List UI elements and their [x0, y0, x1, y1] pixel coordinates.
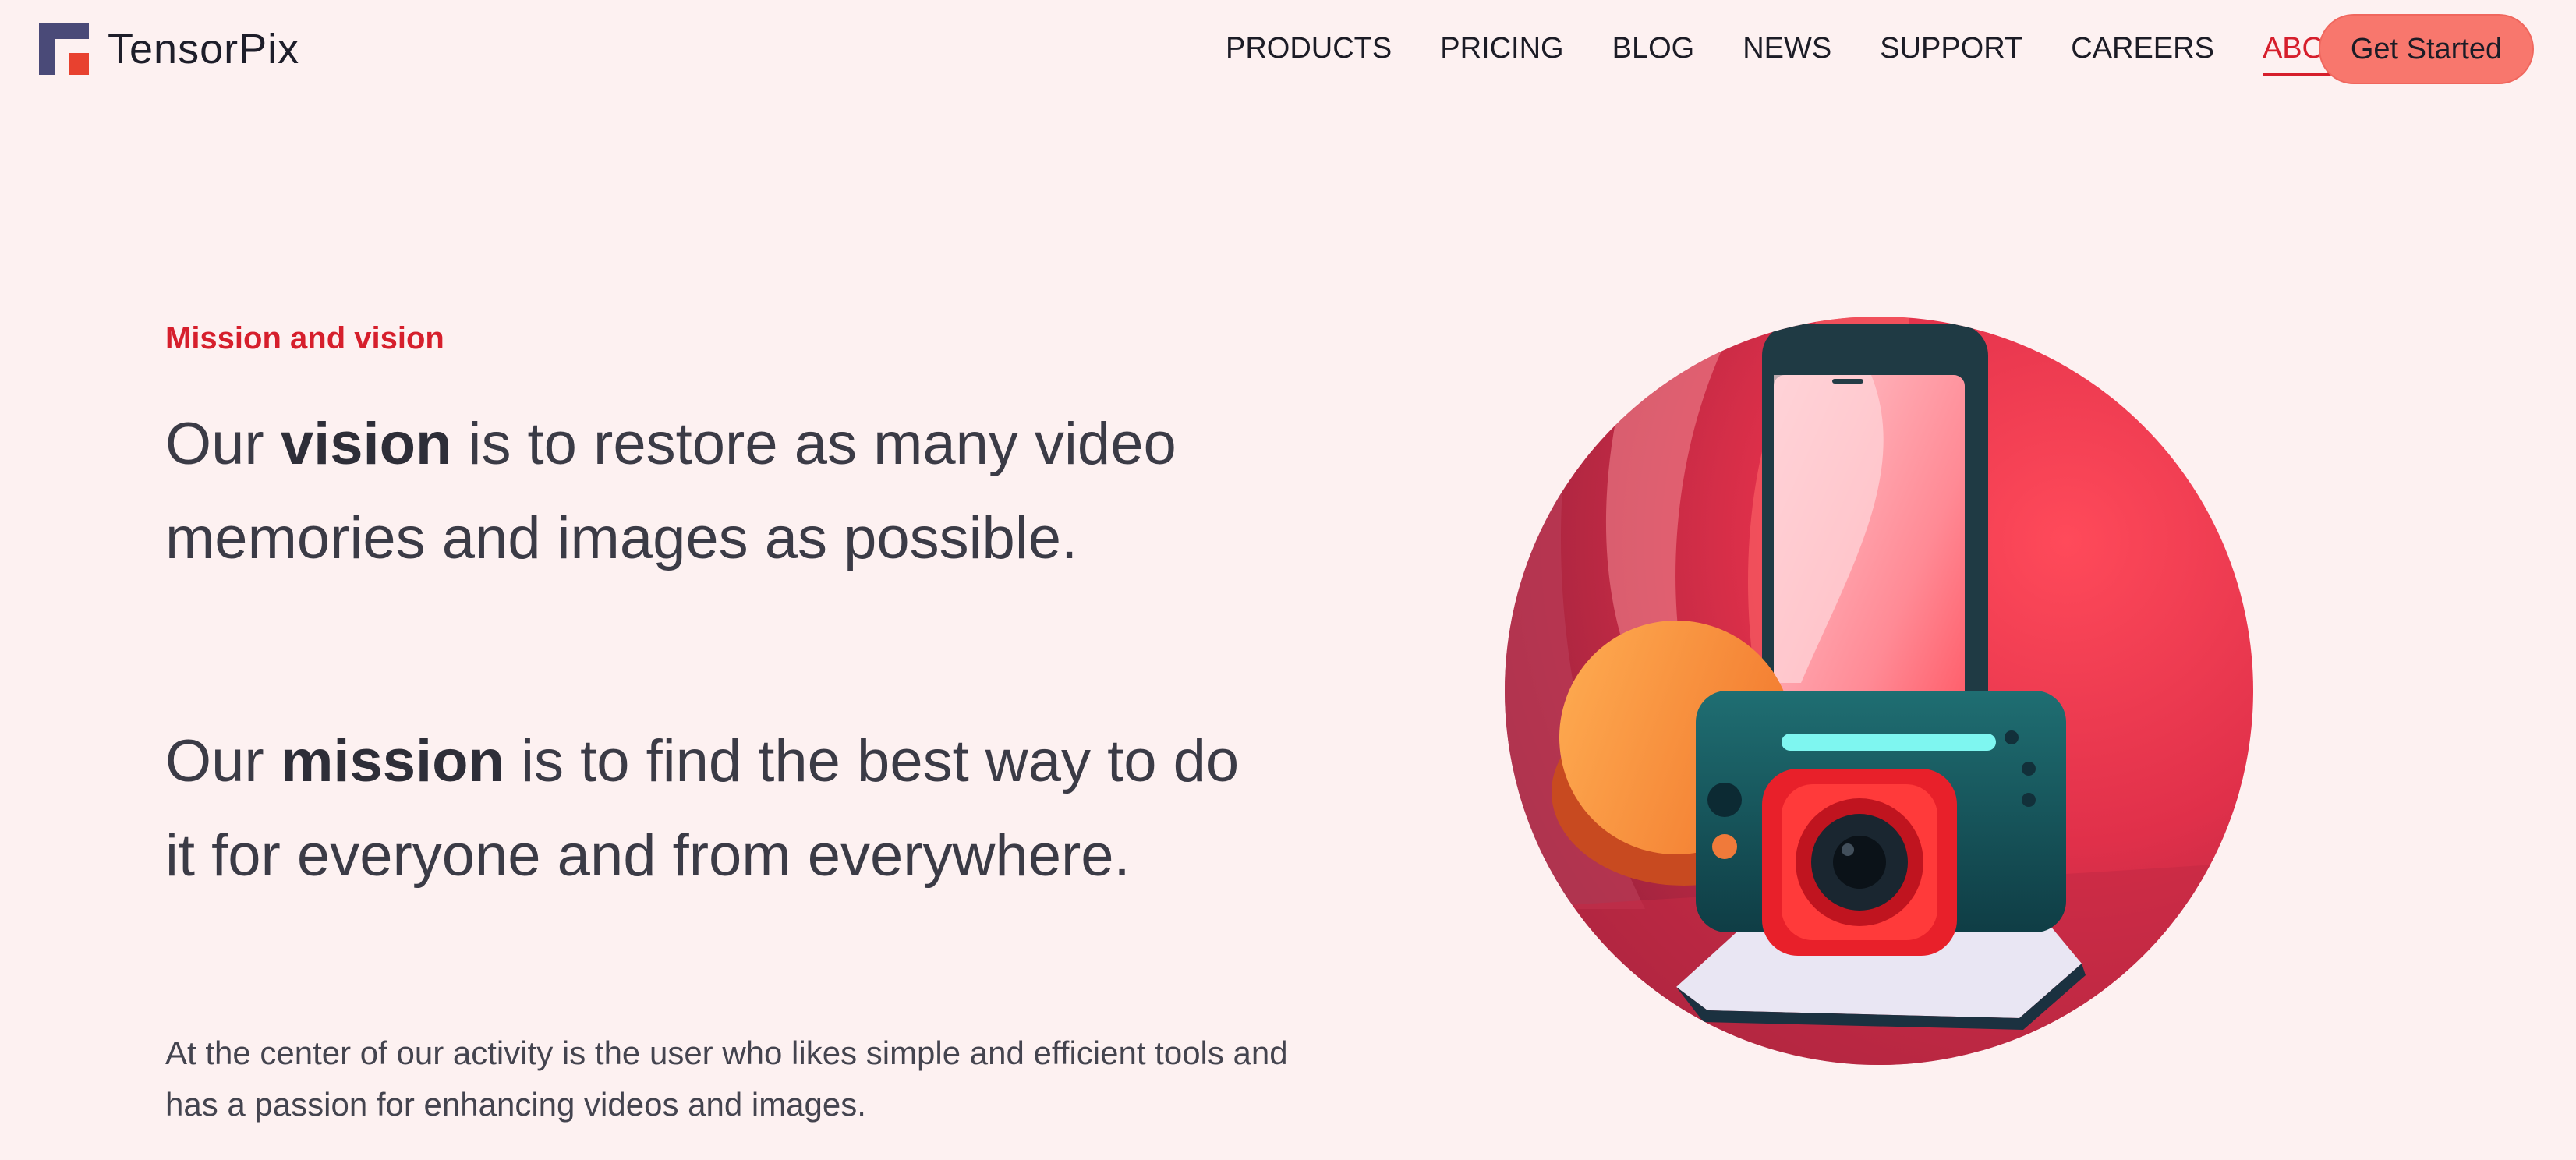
brand-name: TensorPix	[108, 26, 300, 72]
nav-item-careers[interactable]: CAREERS	[2071, 30, 2214, 67]
mission-statement: Our mission is to find the best way to d…	[165, 714, 1272, 903]
vision-statement: Our vision is to restore as many video m…	[165, 397, 1272, 585]
nav-item-blog[interactable]: BLOG	[1612, 30, 1695, 67]
nav-item-products[interactable]: PRODUCTS	[1226, 30, 1392, 67]
logo-mark-icon	[39, 23, 89, 75]
mission-keyword: mission	[280, 728, 505, 794]
main-nav: PRODUCTS PRICING BLOG NEWS SUPPORT CAREE…	[1226, 30, 2413, 76]
nav-item-pricing[interactable]: PRICING	[1440, 30, 1563, 67]
get-started-button[interactable]: Get Started	[2319, 14, 2534, 84]
mission-prefix: Our	[165, 728, 281, 794]
nav-item-support[interactable]: SUPPORT	[1880, 30, 2022, 67]
nav-item-news[interactable]: NEWS	[1743, 30, 1831, 67]
vision-keyword: vision	[280, 411, 452, 477]
section-eyebrow: Mission and vision	[165, 321, 444, 355]
brand-logo[interactable]: TensorPix	[39, 23, 299, 75]
site-header: TensorPix PRODUCTS PRICING BLOG NEWS SUP…	[0, 0, 2576, 101]
vision-prefix: Our	[165, 411, 281, 477]
about-description: At the center of our activity is the use…	[165, 1034, 1288, 1123]
phone-camera-illustration	[1505, 317, 2253, 1065]
